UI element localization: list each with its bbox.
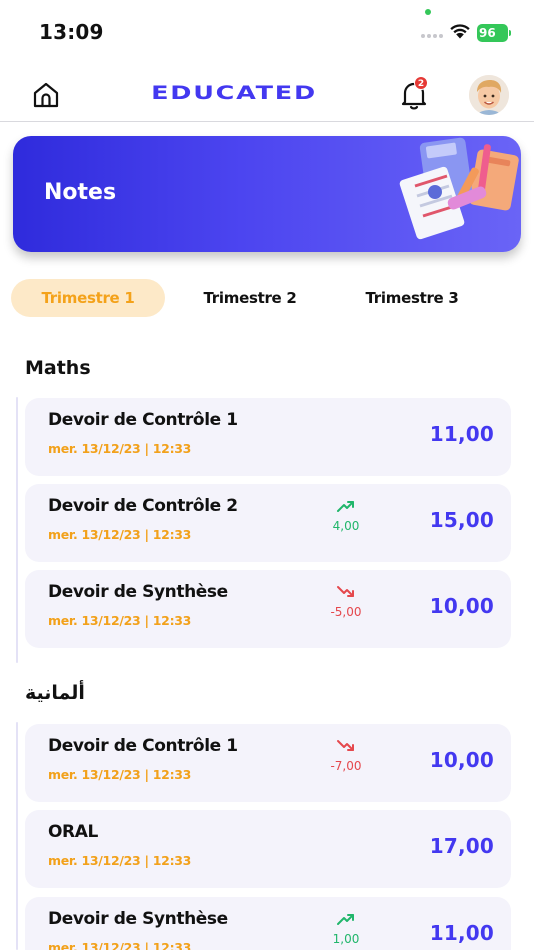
grade-value: 17,00 xyxy=(429,834,494,858)
grade-date: mer. 13/12/23 | 12:33 xyxy=(48,441,192,456)
grade-trend: -7,00 xyxy=(321,738,371,773)
trend-down-icon xyxy=(337,740,354,751)
grade-trend: 1,00 xyxy=(321,911,371,946)
grade-title: Devoir de Contrôle 2 xyxy=(48,496,238,516)
trend-down-icon xyxy=(337,586,354,597)
grade-date: mer. 13/12/23 | 12:33 xyxy=(48,853,192,868)
trend-value: 1,00 xyxy=(332,932,360,946)
grade-value: 11,00 xyxy=(429,422,494,446)
trimester-tabs: Trimestre 1 Trimestre 2 Trimestre 3 xyxy=(0,279,534,317)
status-bar: 13:09 96 xyxy=(0,0,534,62)
grade-value: 11,00 xyxy=(429,921,494,945)
trend-value: -7,00 xyxy=(330,759,362,773)
avatar[interactable] xyxy=(469,75,509,115)
grade-value: 15,00 xyxy=(429,508,494,532)
grade-title: Devoir de Synthèse xyxy=(48,909,228,929)
trend-value: 4,00 xyxy=(332,519,360,533)
grade-date: mer. 13/12/23 | 12:33 xyxy=(48,613,192,628)
grade-card[interactable]: ORAL mer. 13/12/23 | 12:33 17,00 xyxy=(25,810,511,888)
books-illustration-icon xyxy=(399,137,519,240)
tab-trimestre-3[interactable]: Trimestre 3 xyxy=(336,279,488,317)
notes-banner: Notes xyxy=(13,136,521,252)
grade-trend: 4,00 xyxy=(321,498,371,533)
grade-value: 10,00 xyxy=(429,594,494,618)
page-title: Notes xyxy=(44,180,117,205)
subject-title: ألمانية xyxy=(25,682,85,704)
notification-badge: 2 xyxy=(414,76,428,90)
privacy-indicator-icon xyxy=(425,9,431,15)
home-icon[interactable] xyxy=(31,80,61,110)
grade-card[interactable]: Devoir de Synthèse mer. 13/12/23 | 12:33… xyxy=(25,897,511,950)
tab-trimestre-1[interactable]: Trimestre 1 xyxy=(11,279,165,317)
trend-up-icon xyxy=(337,914,354,925)
brand-logo: EDUCATED xyxy=(151,82,317,105)
grade-card[interactable]: Devoir de Contrôle 1 mer. 13/12/23 | 12:… xyxy=(25,398,511,476)
grade-date: mer. 13/12/23 | 12:33 xyxy=(48,940,192,950)
grade-date: mer. 13/12/23 | 12:33 xyxy=(48,767,192,782)
grade-title: Devoir de Contrôle 1 xyxy=(48,736,238,756)
cellular-signal-icon xyxy=(421,34,443,38)
grade-card[interactable]: Devoir de Contrôle 2 mer. 13/12/23 | 12:… xyxy=(25,484,511,562)
grade-value: 10,00 xyxy=(429,748,494,772)
section-divider xyxy=(16,397,18,663)
section-divider xyxy=(16,722,18,950)
grade-date: mer. 13/12/23 | 12:33 xyxy=(48,527,192,542)
tab-trimestre-2[interactable]: Trimestre 2 xyxy=(174,279,326,317)
trend-up-icon xyxy=(337,501,354,512)
subject-title: Maths xyxy=(25,357,91,379)
grade-title: ORAL xyxy=(48,822,98,842)
grade-title: Devoir de Synthèse xyxy=(48,582,228,602)
grade-title: Devoir de Contrôle 1 xyxy=(48,410,238,430)
battery-level: 96 xyxy=(477,24,508,42)
status-time: 13:09 xyxy=(39,20,104,44)
grade-card[interactable]: Devoir de Synthèse mer. 13/12/23 | 12:33… xyxy=(25,570,511,648)
trend-value: -5,00 xyxy=(330,605,362,619)
grade-trend: -5,00 xyxy=(321,584,371,619)
grade-card[interactable]: Devoir de Contrôle 1 mer. 13/12/23 | 12:… xyxy=(25,724,511,802)
app-header: EDUCATED 2 xyxy=(0,62,534,122)
wifi-icon xyxy=(450,24,470,39)
battery-icon xyxy=(509,30,511,36)
